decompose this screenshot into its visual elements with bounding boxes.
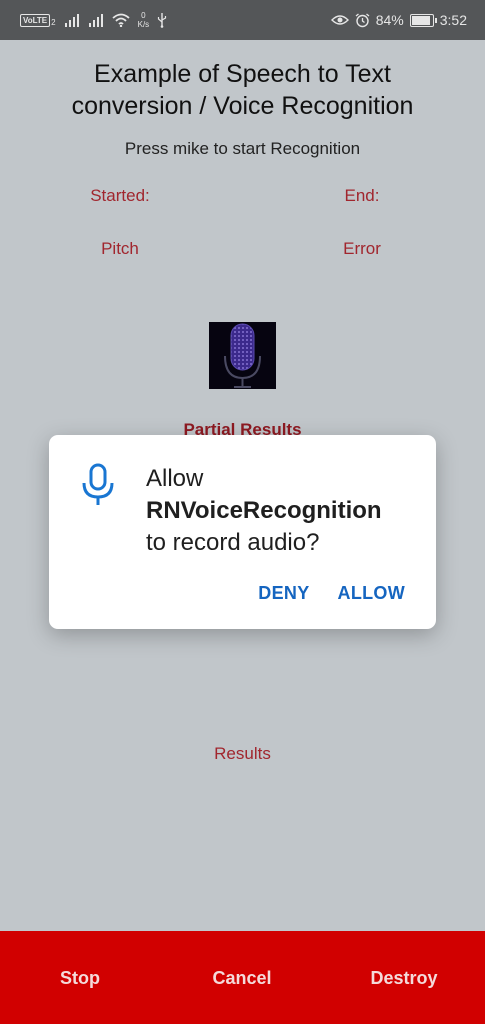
battery-percent: 84% <box>375 12 404 28</box>
net-speed: 0 K/s <box>138 11 150 29</box>
volte-badge: VoLTE <box>20 13 51 27</box>
permission-dialog: Allow RNVoiceRecognition to record audio… <box>49 435 436 629</box>
microphone-icon <box>224 323 261 388</box>
error-label: Error <box>343 239 381 258</box>
page-title: Example of Speech to Text conversion / V… <box>0 58 485 122</box>
results-label: Results <box>214 744 271 763</box>
net-speed-value: 0 <box>141 11 146 20</box>
battery-icon <box>409 13 437 27</box>
permission-message: Allow RNVoiceRecognition to record audio… <box>146 463 382 559</box>
signal-icon <box>88 14 103 27</box>
cancel-button[interactable]: Cancel <box>162 968 322 989</box>
permission-message-line-3: to record audio? <box>146 529 320 556</box>
end-label: End: <box>344 186 380 205</box>
microphone-button[interactable] <box>209 322 276 389</box>
destroy-button[interactable]: Destroy <box>324 968 484 989</box>
clock: 3:52 <box>439 12 467 28</box>
eye-icon <box>330 15 349 25</box>
status-left: VoLTE 2 0 K/s <box>20 0 167 40</box>
deny-button[interactable]: DENY <box>258 583 309 604</box>
usb-icon <box>158 13 167 28</box>
bottom-action-bar: Stop Cancel Destroy <box>0 931 485 1024</box>
stop-button[interactable]: Stop <box>0 968 160 989</box>
page-title-line-1: Example of Speech to Text <box>94 60 391 88</box>
status-right: 84% 3:52 <box>330 0 467 40</box>
status-bar: VoLTE 2 0 K/s 84% 3:52 <box>0 0 485 40</box>
net-speed-unit: K/s <box>137 20 150 29</box>
instruction-text: Press mike to start Recognition <box>124 139 361 158</box>
wifi-icon <box>112 13 130 27</box>
signal-icon <box>64 14 79 27</box>
battery-fill <box>411 15 431 25</box>
battery-tip <box>434 17 437 23</box>
volte-indicator: VoLTE 2 <box>20 13 56 27</box>
dialog-actions: DENY ALLOW <box>258 583 405 604</box>
permission-app-name: RNVoiceRecognition <box>146 497 382 524</box>
microphone-icon <box>82 463 114 505</box>
volte-sim-number: 2 <box>51 17 56 27</box>
allow-button[interactable]: ALLOW <box>338 583 405 604</box>
permission-message-line-1: Allow <box>146 465 204 492</box>
alarm-icon <box>355 12 370 27</box>
started-label: Started: <box>90 186 150 205</box>
pitch-label: Pitch <box>101 239 139 258</box>
page-title-line-2: conversion / Voice Recognition <box>71 92 414 120</box>
